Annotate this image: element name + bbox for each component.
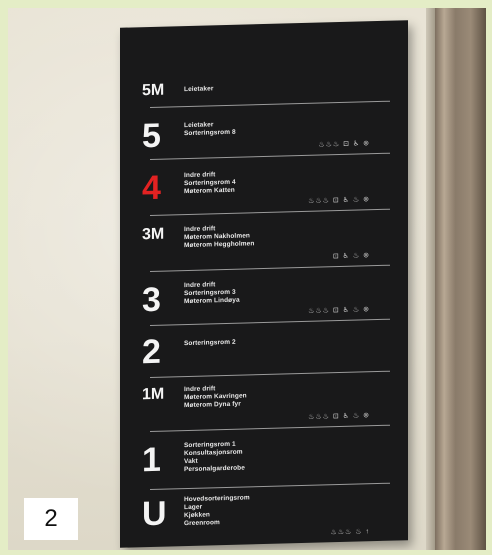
- divider: [150, 482, 390, 490]
- floor-lines: Sorteringsrom 2: [184, 338, 236, 348]
- floor-row-5m: 5M Leietaker: [120, 70, 408, 108]
- floor-lines: Hovedsorteringsrom Lager Kjøkken Greenro…: [184, 494, 250, 528]
- elevator-door: [435, 8, 486, 550]
- floor-row-u: U Hovedsorteringsrom Lager Kjøkken Green…: [120, 486, 408, 536]
- floor-number: 5: [142, 116, 161, 156]
- floor-number: U: [142, 494, 167, 534]
- floor-number: 1: [142, 440, 161, 480]
- floor-lines: Indre drift Møterom Nakholmen Møterom He…: [184, 225, 255, 250]
- amenity-icons: ♨♨♨ ♨ ↑: [330, 528, 371, 537]
- floor-number: 1M: [142, 385, 165, 404]
- floor-lines: Sorteringsrom 1 Konsultasjonsrom Vakt Pe…: [184, 440, 245, 474]
- floor-number: 2: [142, 332, 161, 372]
- floor-lines: Indre drift Sorteringsrom 4 Møterom Katt…: [184, 171, 236, 196]
- divider: [150, 264, 390, 272]
- amenity-icons: ♨♨♨ ⊡ ♿ ♨ ⊚: [308, 412, 370, 421]
- floor-number: 3M: [142, 225, 165, 244]
- floor-lines: Indre drift Møterom Kavringen Møterom Dy…: [184, 385, 247, 410]
- floor-number: 3: [142, 280, 161, 320]
- floor-number: 5M: [142, 81, 165, 100]
- floor-directory-sign: 5M Leietaker 5 Leietaker Sorteringsrom 8…: [120, 20, 408, 548]
- floor-number-current: 4: [142, 168, 161, 208]
- amenity-icons: ⊡ ♿ ♨ ⊚: [332, 252, 370, 261]
- floor-lines: Indre drift Sorteringsrom 3 Møterom Lind…: [184, 281, 240, 306]
- divider: [150, 152, 390, 160]
- divider: [150, 424, 390, 432]
- amenity-icons: ♨♨♨ ⊡ ♿ ♨ ⊚: [308, 306, 370, 315]
- amenity-icons: ♨♨♨ ⊡ ♿ ♨ ⊚: [308, 196, 370, 205]
- divider: [150, 318, 390, 326]
- floor-lines: Leietaker: [184, 85, 214, 94]
- divider: [150, 208, 390, 216]
- figure-label: 2: [24, 498, 78, 540]
- photo-scene: 5M Leietaker 5 Leietaker Sorteringsrom 8…: [8, 8, 486, 550]
- divider: [150, 100, 390, 108]
- divider: [150, 370, 390, 378]
- floor-lines: Leietaker Sorteringsrom 8: [184, 121, 236, 138]
- amenity-icons: ♨♨♨ ⊡ ♿ ⊚: [318, 140, 370, 149]
